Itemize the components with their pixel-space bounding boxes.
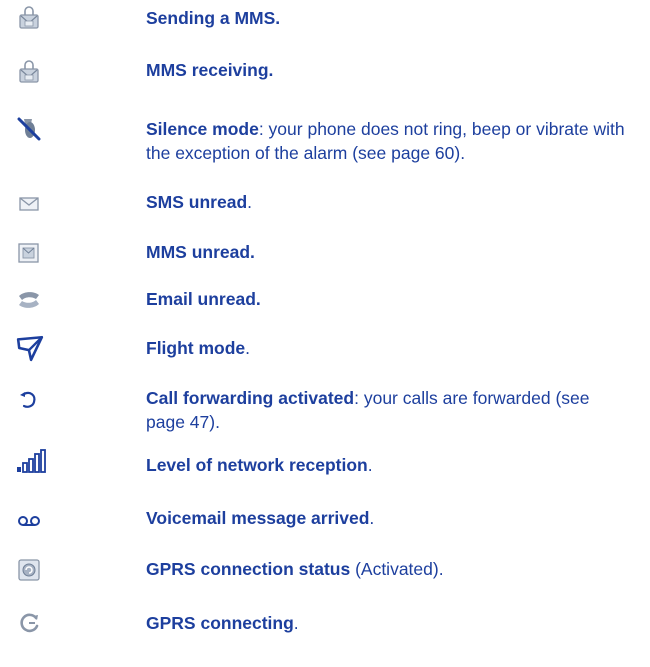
silence-mode-icon: [16, 116, 42, 142]
gprs-status-icon: [16, 557, 42, 583]
legend-item-text: GPRS connection status (Activated).: [146, 557, 626, 581]
gprs-connecting-icon: [16, 610, 42, 636]
legend-item-text: SMS unread.: [146, 190, 626, 214]
legend-title: Email unread.: [146, 289, 261, 309]
legend-title: Silence mode: [146, 119, 259, 139]
legend-desc: .: [369, 508, 375, 528]
legend-title: SMS unread: [146, 192, 248, 212]
legend-title: GPRS connecting: [146, 613, 294, 633]
legend-item-text: Sending a MMS.: [146, 6, 626, 30]
mms-sending-icon: [16, 5, 42, 31]
legend-desc: .: [247, 192, 253, 212]
mms-unread-icon: [16, 240, 42, 266]
legend-desc: .: [367, 455, 373, 475]
icon-legend-page: { "items": [ {"icon": "mms-sending-icon"…: [0, 0, 650, 667]
legend-item-text: Level of network reception.: [146, 453, 626, 477]
legend-title: Flight mode: [146, 338, 246, 358]
legend-desc: .: [293, 613, 299, 633]
network-level-icon: [16, 448, 48, 474]
legend-item-text: MMS receiving.: [146, 58, 626, 82]
flight-mode-icon: [16, 334, 44, 362]
legend-desc: .: [245, 338, 251, 358]
legend-item-text: GPRS connecting.: [146, 611, 626, 635]
legend-title: MMS unread.: [146, 242, 255, 262]
legend-title: MMS receiving.: [146, 60, 274, 80]
legend-item-text: Call forwarding activated: your calls ar…: [146, 386, 626, 434]
legend-title: GPRS connection status: [146, 559, 351, 579]
legend-title: Call forwarding activated: [146, 388, 355, 408]
mms-receiving-icon: [16, 59, 42, 85]
legend-title: Voicemail message arrived: [146, 508, 370, 528]
legend-item-text: Voicemail message arrived.: [146, 506, 626, 530]
legend-item-text: Silence mode: your phone does not ring, …: [146, 117, 626, 165]
email-unread-icon: [16, 287, 42, 313]
legend-item-text: Flight mode.: [146, 336, 626, 360]
legend-item-text: MMS unread.: [146, 240, 626, 264]
legend-desc: (Activated).: [350, 559, 444, 579]
sms-unread-icon: [16, 190, 42, 216]
voicemail-icon: [16, 507, 42, 533]
legend-title: Sending a MMS.: [146, 8, 281, 28]
legend-title: Level of network reception: [146, 455, 368, 475]
legend-item-text: Email unread.: [146, 287, 626, 311]
call-forwarding-icon: [16, 386, 42, 412]
